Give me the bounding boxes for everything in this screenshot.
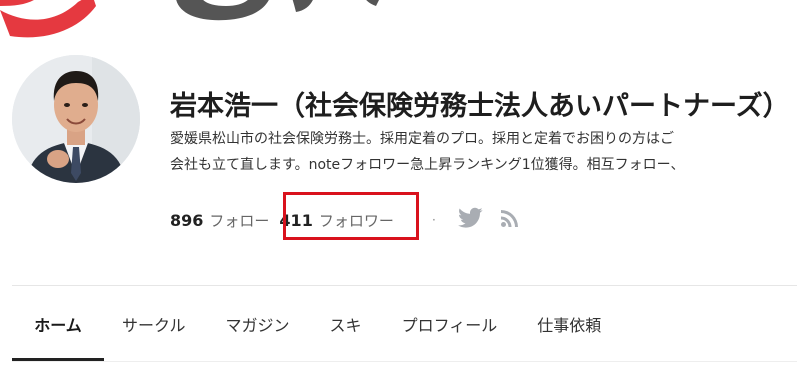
tab-job-request[interactable]: 仕事依頼 <box>537 306 601 346</box>
tab-profile[interactable]: プロフィール <box>402 306 498 346</box>
profile-tabs: ホーム サークル マガジン スキ プロフィール 仕事依頼 <box>12 306 601 346</box>
separator-dot: · <box>432 213 436 227</box>
tab-circle[interactable]: サークル <box>122 306 186 346</box>
profile-photo-icon <box>12 55 140 183</box>
twitter-icon[interactable] <box>458 207 483 229</box>
followers-label: フォロワー <box>318 211 394 230</box>
cover-art-icon <box>0 0 379 38</box>
followers-link[interactable]: 411 フォロワー <box>279 210 393 231</box>
bio-line: 会社も立て直します。noteフォロワー急上昇ランキング1位獲得。相互フォロー、 <box>170 157 685 173</box>
bio-line: 愛媛県松山市の社会保険労務士。採用定着のプロ。採用と定着でお困りの方はご <box>170 131 674 147</box>
profile-name: 岩本浩一（社会保険労務士法人あいパートナーズ） <box>170 91 790 122</box>
twitter-bird-icon <box>458 207 483 228</box>
rss-feed-icon <box>501 210 518 227</box>
tabs-bottom-border <box>12 361 797 362</box>
following-count: 896 <box>170 210 204 230</box>
following-link[interactable]: 896 フォロー <box>170 210 269 231</box>
following-label: フォロー <box>209 211 270 230</box>
tab-home[interactable]: ホーム <box>12 306 104 346</box>
section-divider <box>12 285 797 286</box>
avatar[interactable] <box>12 55 140 183</box>
tab-likes[interactable]: スキ <box>330 306 362 346</box>
rss-icon[interactable] <box>500 208 520 228</box>
profile-stats: 896 フォロー 411 フォロワー <box>170 206 394 234</box>
tab-magazine[interactable]: マガジン <box>226 306 290 346</box>
profile-bio: 愛媛県松山市の社会保険労務士。採用定着のプロ。採用と定着でお困りの方はご 会社も… <box>170 126 797 178</box>
cover-image <box>0 0 797 40</box>
followers-count: 411 <box>279 210 313 230</box>
